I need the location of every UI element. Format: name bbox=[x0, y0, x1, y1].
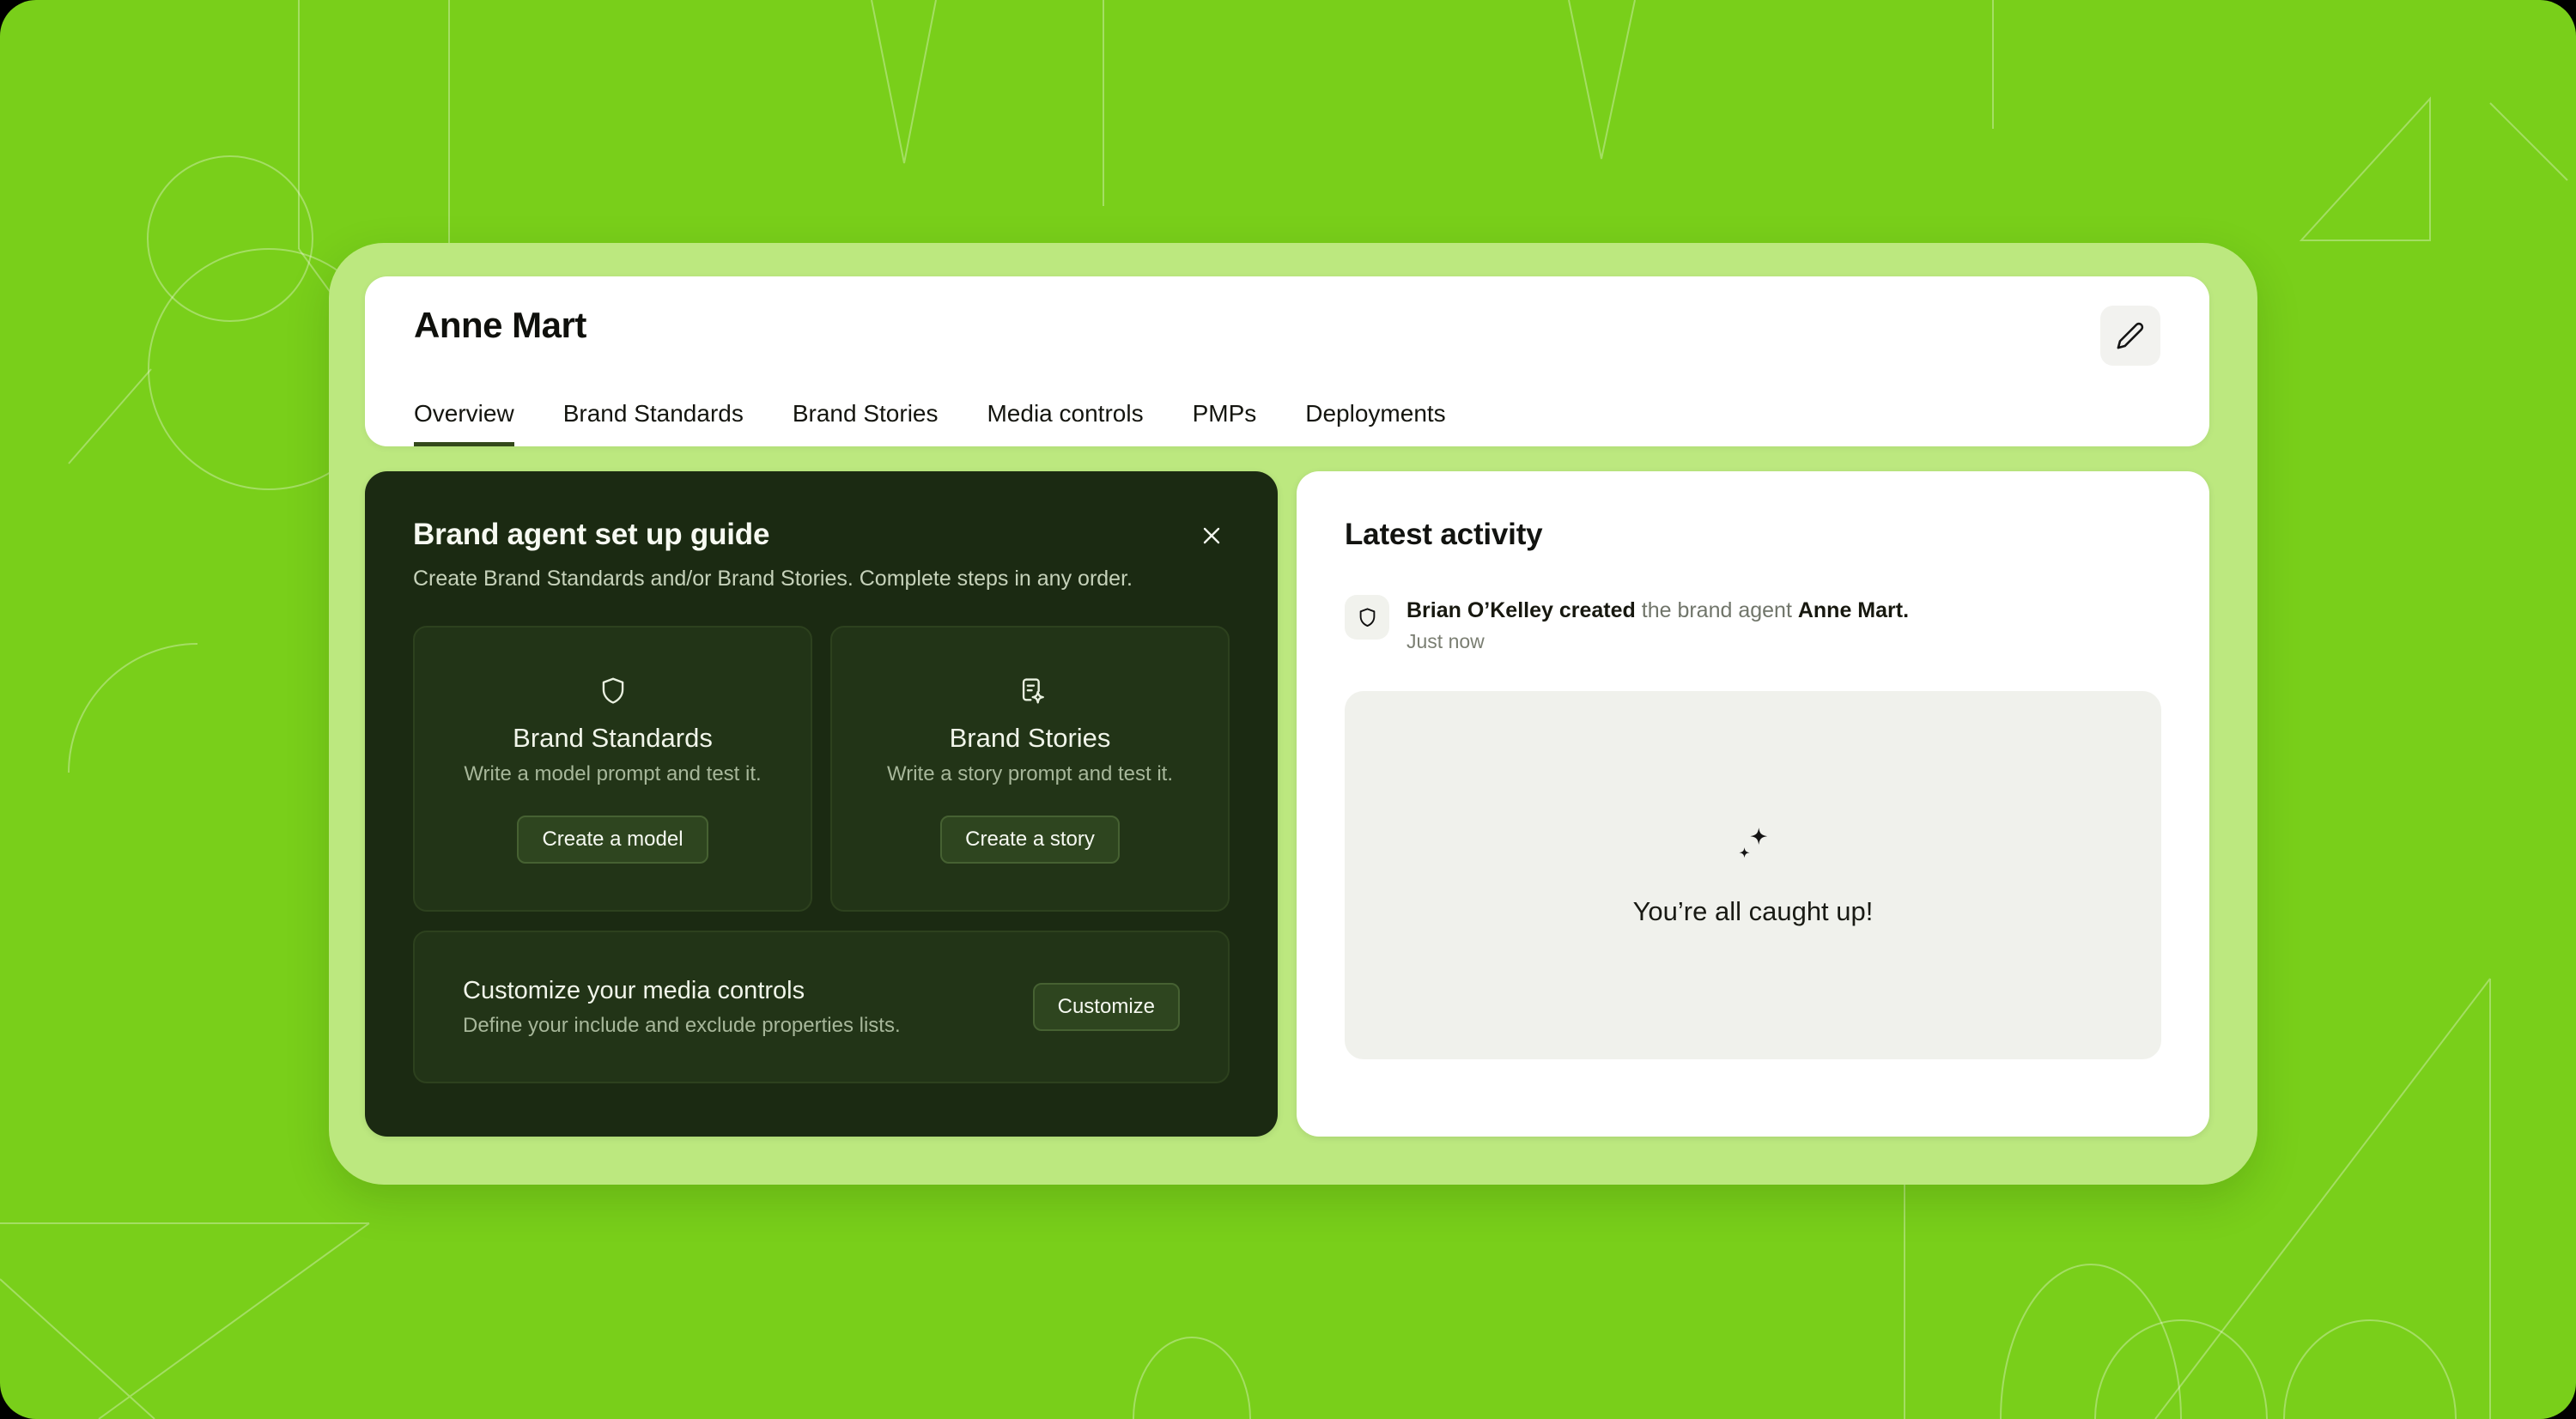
card-title: Brand Standards bbox=[513, 723, 713, 754]
caught-up-message: You’re all caught up! bbox=[1633, 896, 1874, 927]
media-controls-description: Define your include and exclude properti… bbox=[463, 1014, 901, 1038]
close-button[interactable] bbox=[1194, 518, 1230, 554]
shield-icon bbox=[597, 675, 629, 707]
setup-guide-subtitle: Create Brand Standards and/or Brand Stor… bbox=[413, 567, 1230, 591]
header-card: Anne Mart Overview Brand Standards Brand… bbox=[365, 276, 2209, 446]
story-sparkle-icon bbox=[1014, 675, 1047, 707]
shield-icon bbox=[1356, 606, 1379, 629]
card-title: Brand Stories bbox=[950, 723, 1111, 754]
tab-overview[interactable]: Overview bbox=[414, 400, 514, 446]
brand-stories-card: Brand Stories Write a story prompt and t… bbox=[830, 626, 1230, 912]
card-description: Write a story prompt and test it. bbox=[887, 762, 1173, 786]
sparkles-icon bbox=[1734, 824, 1773, 864]
latest-activity-title: Latest activity bbox=[1345, 518, 2161, 552]
tab-deployments[interactable]: Deployments bbox=[1305, 400, 1445, 446]
screen: Anne Mart Overview Brand Standards Brand… bbox=[0, 0, 2576, 1419]
create-model-button[interactable]: Create a model bbox=[517, 816, 708, 864]
create-story-button[interactable]: Create a story bbox=[940, 816, 1120, 864]
page-title: Anne Mart bbox=[414, 306, 586, 345]
customize-button[interactable]: Customize bbox=[1033, 983, 1180, 1031]
tab-bar: Overview Brand Standards Brand Stories M… bbox=[414, 400, 2160, 446]
tab-media-controls[interactable]: Media controls bbox=[987, 400, 1143, 446]
pencil-icon bbox=[2116, 321, 2145, 350]
tab-brand-stories[interactable]: Brand Stories bbox=[793, 400, 939, 446]
close-icon bbox=[1197, 521, 1226, 550]
activity-timestamp: Just now bbox=[1406, 630, 1909, 653]
card-description: Write a model prompt and test it. bbox=[464, 762, 761, 786]
edit-button[interactable] bbox=[2100, 306, 2160, 366]
setup-guide-panel: Brand agent set up guide Create Brand St… bbox=[365, 471, 1278, 1137]
tab-pmps[interactable]: PMPs bbox=[1193, 400, 1257, 446]
avatar bbox=[1345, 595, 1389, 640]
header-top: Anne Mart bbox=[414, 306, 2160, 366]
brand-standards-card: Brand Standards Write a model prompt and… bbox=[413, 626, 812, 912]
latest-activity-panel: Latest activity Brian O’Kelley created t… bbox=[1297, 471, 2209, 1137]
activity-item: Brian O’Kelley created the brand agent A… bbox=[1345, 595, 2161, 653]
media-controls-bar: Customize your media controls Define you… bbox=[413, 931, 1230, 1083]
caught-up-empty-state: You’re all caught up! bbox=[1345, 691, 2161, 1059]
media-controls-title: Customize your media controls bbox=[463, 977, 901, 1005]
activity-text: Brian O’Kelley created the brand agent A… bbox=[1406, 595, 1909, 624]
tab-brand-standards[interactable]: Brand Standards bbox=[563, 400, 744, 446]
setup-guide-title: Brand agent set up guide bbox=[413, 518, 769, 552]
